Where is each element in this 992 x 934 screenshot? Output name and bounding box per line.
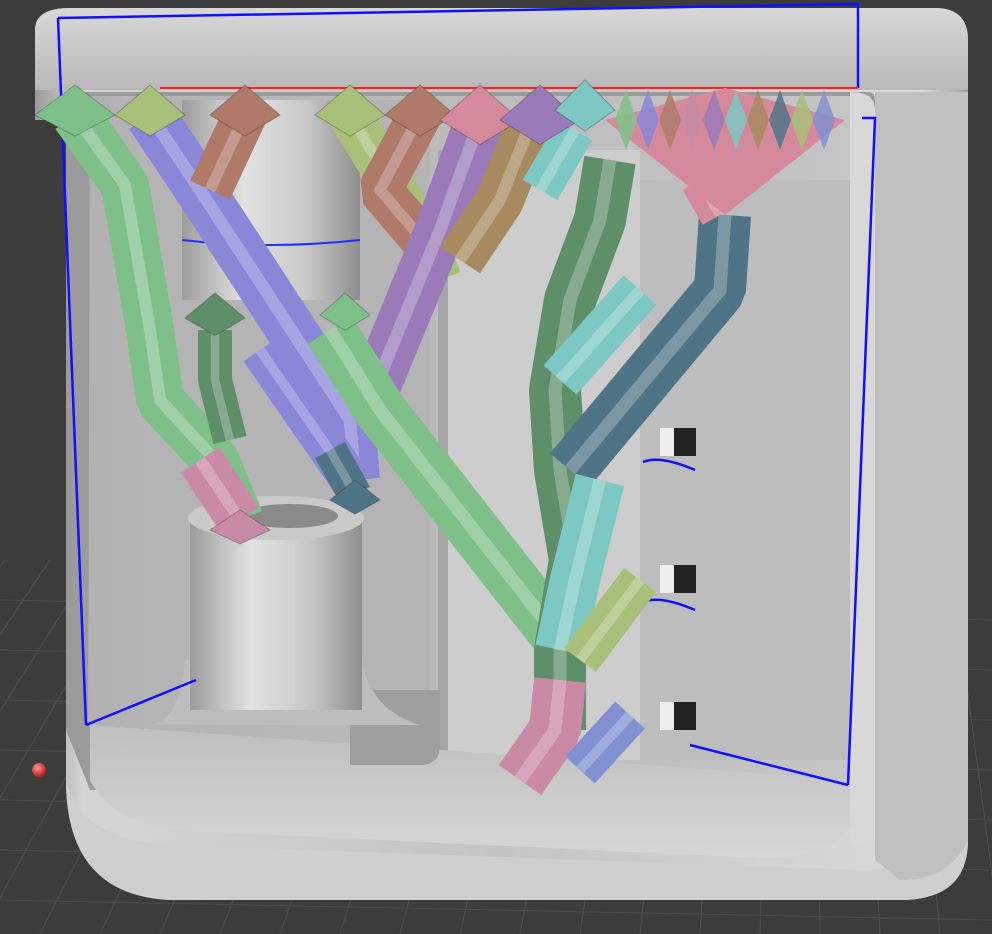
origin-marker[interactable] — [32, 763, 46, 777]
scene-canvas[interactable] — [0, 0, 992, 934]
3d-viewport[interactable] — [0, 0, 992, 934]
